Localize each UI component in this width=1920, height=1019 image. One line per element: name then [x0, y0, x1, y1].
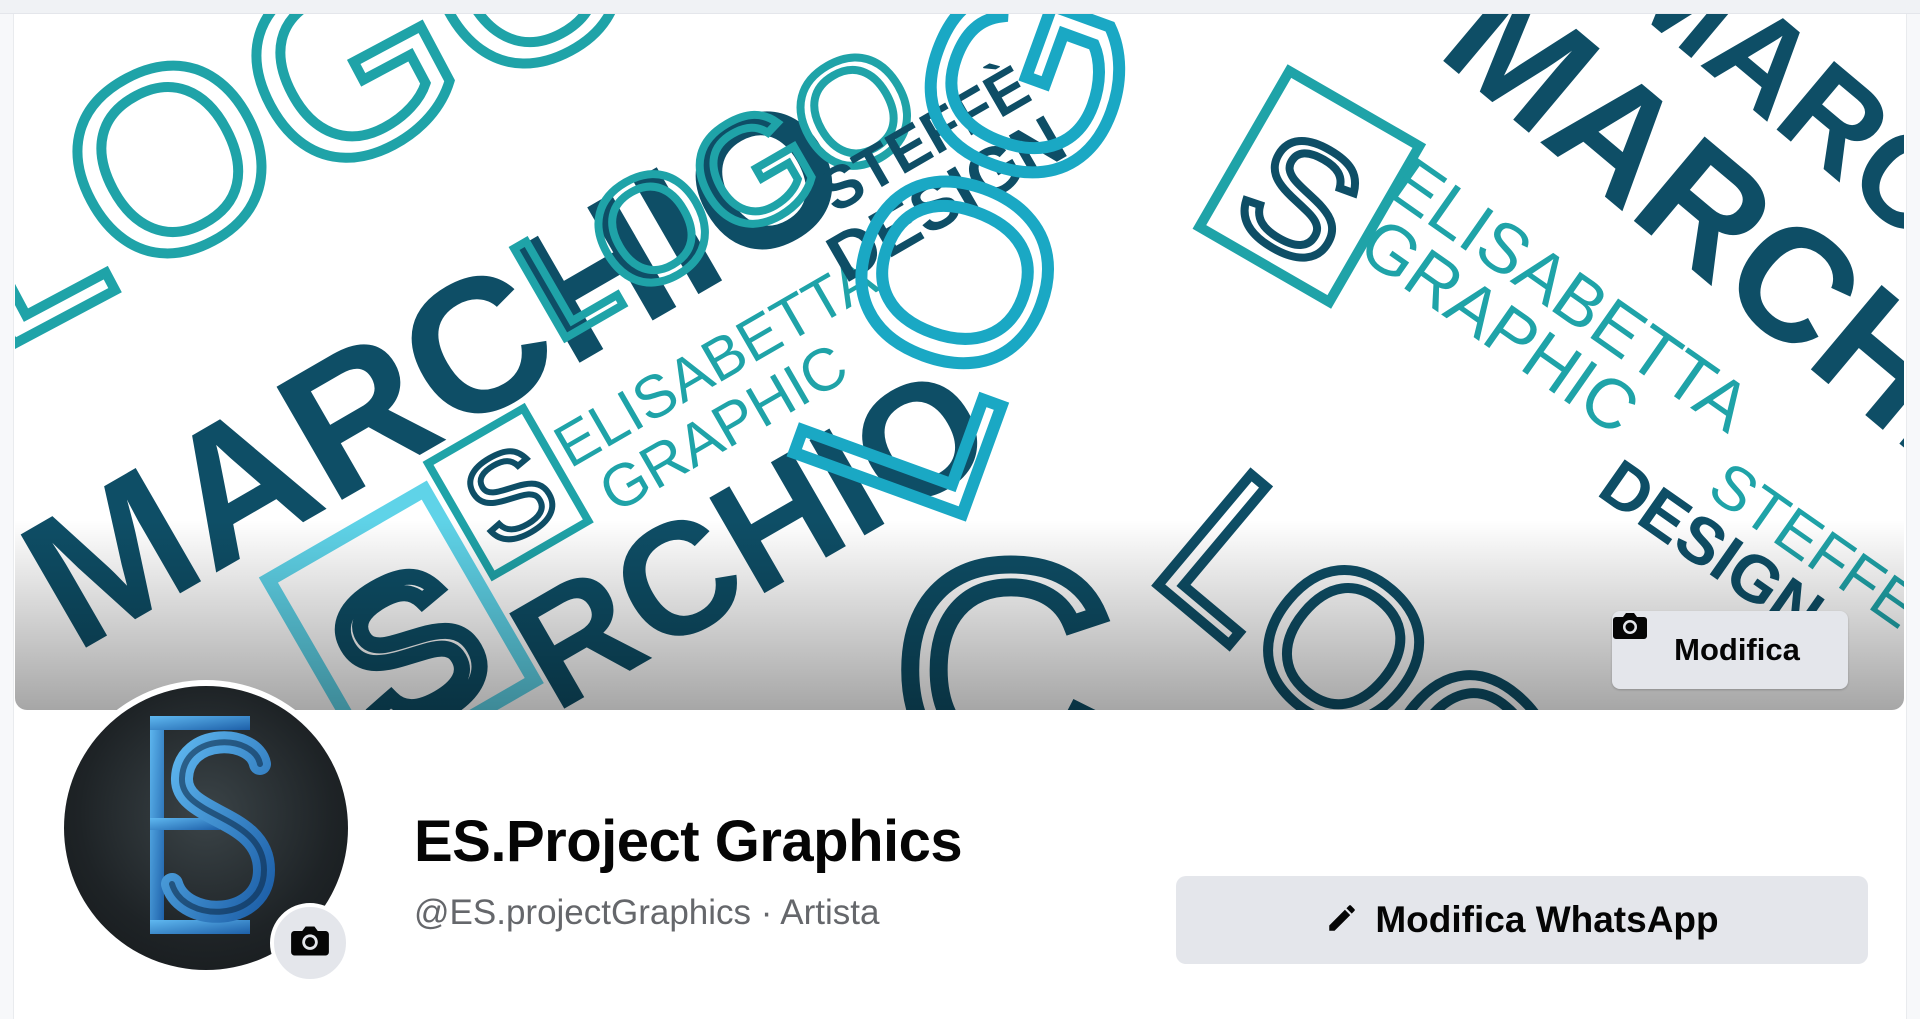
edit-whatsapp-button[interactable]: Modifica WhatsApp: [1176, 876, 1868, 964]
camera-icon: [290, 924, 330, 963]
right-rail: [1906, 14, 1920, 1019]
edit-whatsapp-label: Modifica WhatsApp: [1375, 899, 1719, 940]
page-subtitle: @ES.projectGraphics · Artista: [414, 893, 880, 932]
cover-photo[interactable]: LOGO MARCHIO LOGO ELISABETTA GRAPHIC STE…: [15, 14, 1904, 710]
edit-cover-label: Modifica: [1674, 632, 1800, 667]
left-rail: [0, 14, 14, 1019]
update-profile-picture-button[interactable]: [270, 903, 350, 983]
page-title: ES.Project Graphics: [414, 809, 963, 874]
top-strip: [0, 0, 1920, 14]
pencil-icon: [1325, 901, 1359, 940]
edit-cover-button[interactable]: Modifica: [1612, 611, 1848, 689]
